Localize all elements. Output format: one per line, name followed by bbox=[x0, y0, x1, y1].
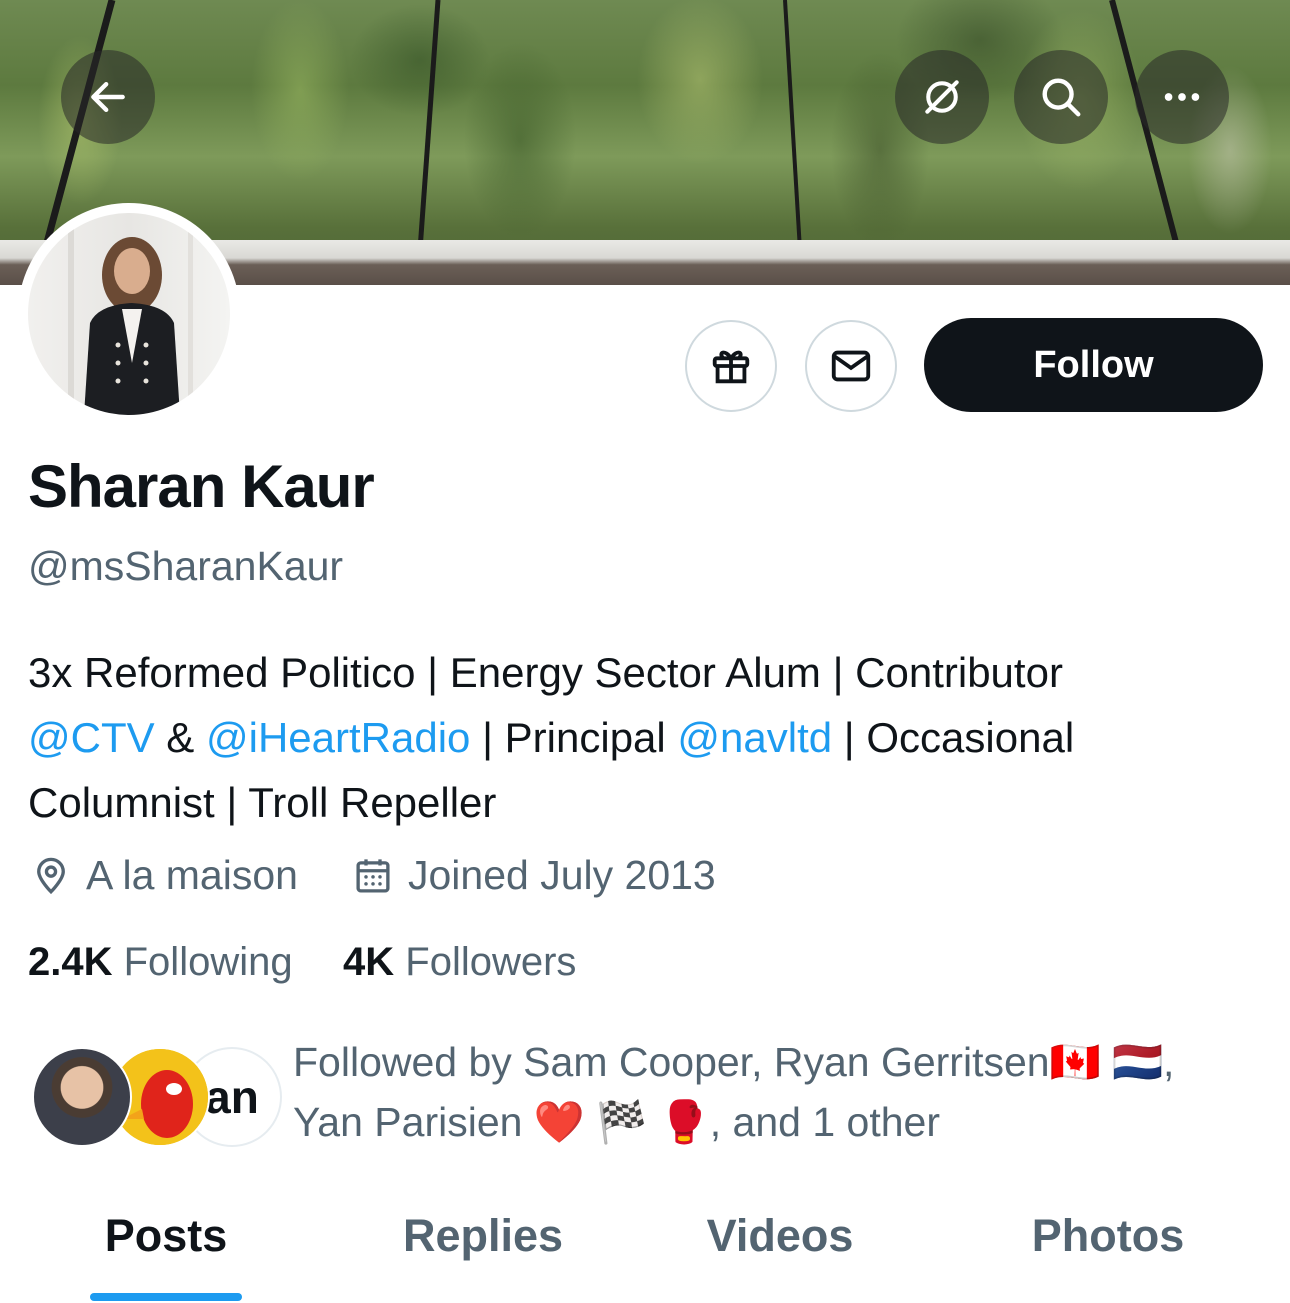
arrow-left-icon bbox=[91, 81, 125, 113]
profile-handle: @msSharanKaur bbox=[28, 543, 344, 589]
calendar-icon bbox=[356, 858, 390, 893]
grok-slash-icon bbox=[925, 80, 959, 114]
grok-button[interactable] bbox=[895, 50, 989, 144]
followed-by-text[interactable]: Followed by Sam Cooper, Ryan Gerritsen🇨🇦… bbox=[293, 1032, 1253, 1152]
gift-icon bbox=[712, 350, 750, 384]
message-button[interactable] bbox=[805, 320, 897, 412]
avatar-image bbox=[28, 213, 230, 415]
mention-iheartradio[interactable]: @iHeartRadio bbox=[206, 714, 470, 761]
location-text: A la maison bbox=[86, 852, 298, 898]
tab-videos[interactable]: Videos bbox=[707, 1210, 854, 1262]
envelope-icon bbox=[831, 350, 871, 382]
active-tab-indicator bbox=[90, 1293, 242, 1301]
search-button[interactable] bbox=[1014, 50, 1108, 144]
profile-avatar[interactable] bbox=[18, 203, 240, 425]
mention-ctv[interactable]: @CTV bbox=[28, 714, 155, 761]
back-button[interactable] bbox=[61, 50, 155, 144]
followers-count: 4K bbox=[343, 940, 395, 984]
profile-bio: 3x Reformed Politico | Energy Sector Alu… bbox=[28, 640, 1268, 835]
bio-line-2: @CTV & @iHeartRadio | Principal @navltd … bbox=[28, 705, 1268, 770]
gift-button[interactable] bbox=[685, 320, 777, 412]
following-label: Following bbox=[123, 940, 293, 984]
more-horizontal-icon bbox=[1164, 93, 1200, 101]
profile-tabs: Posts Replies Videos Photos bbox=[0, 1200, 1290, 1303]
search-icon bbox=[1042, 78, 1081, 117]
followed-by-line-1: Followed by Sam Cooper, Ryan Gerritsen🇨🇦… bbox=[293, 1039, 1175, 1085]
followers-label: Followers bbox=[405, 940, 577, 984]
tab-photos[interactable]: Photos bbox=[1032, 1210, 1185, 1262]
more-button[interactable] bbox=[1135, 50, 1229, 144]
profile-joined: Joined July 2013 bbox=[352, 852, 716, 899]
location-pin-icon bbox=[37, 857, 65, 894]
followers-link[interactable]: 4K Followers bbox=[343, 940, 576, 985]
bio-text: | Principal bbox=[470, 714, 678, 761]
profile-name: Sharan Kaur bbox=[28, 453, 375, 520]
bio-line-3: Columnist | Troll Repeller bbox=[28, 779, 497, 826]
profile-location: A la maison bbox=[30, 852, 298, 899]
mention-navltd[interactable]: @navltd bbox=[677, 714, 832, 761]
tab-replies[interactable]: Replies bbox=[403, 1210, 563, 1262]
following-link[interactable]: 2.4K Following bbox=[28, 940, 293, 985]
bio-text: | Occasional bbox=[832, 714, 1075, 761]
follower-avatar-sam-cooper bbox=[32, 1047, 132, 1147]
follow-button[interactable]: Follow bbox=[924, 318, 1263, 412]
following-count: 2.4K bbox=[28, 940, 113, 984]
bio-line-1: 3x Reformed Politico | Energy Sector Alu… bbox=[28, 649, 1063, 696]
joined-text: Joined July 2013 bbox=[408, 852, 716, 898]
bio-text: & bbox=[154, 714, 206, 761]
followed-by-line-2: Yan Parisien ❤️ 🏁 🥊, and 1 other bbox=[293, 1099, 940, 1145]
tab-posts[interactable]: Posts bbox=[105, 1210, 228, 1262]
followed-by-avatars[interactable]: an bbox=[32, 1047, 282, 1151]
